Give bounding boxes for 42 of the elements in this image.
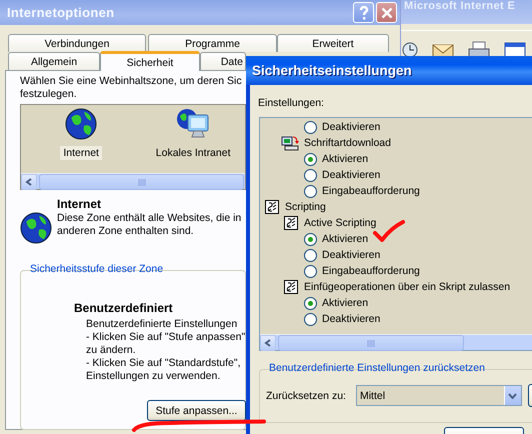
window-title: Internetoptionen [7,5,114,20]
group-label: Sicherheitsstufe dieser Zone [29,263,164,275]
level-description: zu ändern. [86,344,136,357]
tab[interactable]: Sicherheit [100,51,200,71]
zone-description: anderen Zone enthalten sind. [57,225,195,238]
option-label: Aktivieren [322,233,368,245]
option-label: Eingabeaufforderung [322,185,420,197]
level-description: - Klicken Sie auf "Standardstufe", [86,357,241,370]
option-label: Eingabeaufforderung [322,265,420,277]
zone-label[interactable]: Internet [60,146,102,160]
zone-title: Internet [57,197,102,211]
group-label: Benutzerdefinierte Einstellungen zurücksetzen [268,362,486,374]
list-label: Einstellungen: [258,97,325,110]
tab[interactable]: Date [200,52,246,70]
option-label: Deaktivieren [322,169,380,181]
instruction-text: Wählen Sie eine Webinhaltszone, um deren Sic [20,75,243,88]
option-label: Aktivieren [322,153,368,165]
option-label: Aktivieren [322,297,368,309]
level-name: Benutzerdefiniert [74,301,173,315]
reset-level-dropdown[interactable]: Mittel [356,385,522,406]
option-label: Deaktivieren [322,249,380,261]
reset-label: Zurücksetzen zu: [266,390,346,402]
customize-level-button[interactable]: Stufe anpassen... [147,400,246,421]
level-description: Einstellungen zu verwenden. [86,370,220,383]
level-description: - Klicken Sie auf "Stufe anpassen" [86,331,246,344]
setting-label: Active Scripting [304,217,376,229]
tab[interactable]: Verbindungen [8,34,146,52]
zone-description: Diese Zone enthält alle Websites, die in [57,212,242,225]
zone-label[interactable]: Lokales Intranet [152,146,234,160]
setting-label: Einfügeoperationen über ein Skript zulassen [304,281,510,293]
category-label: Scripting [285,201,326,213]
window-title: Microsoft Internet E [404,0,516,12]
tab[interactable]: Erweitert [277,34,389,52]
window-title: Sicherheitseinstellungen [246,56,532,85]
zone-list[interactable]: Internet Lokales Intranet [20,104,246,190]
level-description: Benutzerdefinierte Einstellungen [86,318,238,331]
option-label: Deaktivieren [322,121,380,133]
tab[interactable]: Programme [148,34,277,52]
option-label: Deaktivieren [322,313,380,325]
setting-label: Schriftartdownload [304,137,391,149]
instruction-text: festzulegen. [20,88,78,101]
tab[interactable]: Allgemein [8,52,100,70]
